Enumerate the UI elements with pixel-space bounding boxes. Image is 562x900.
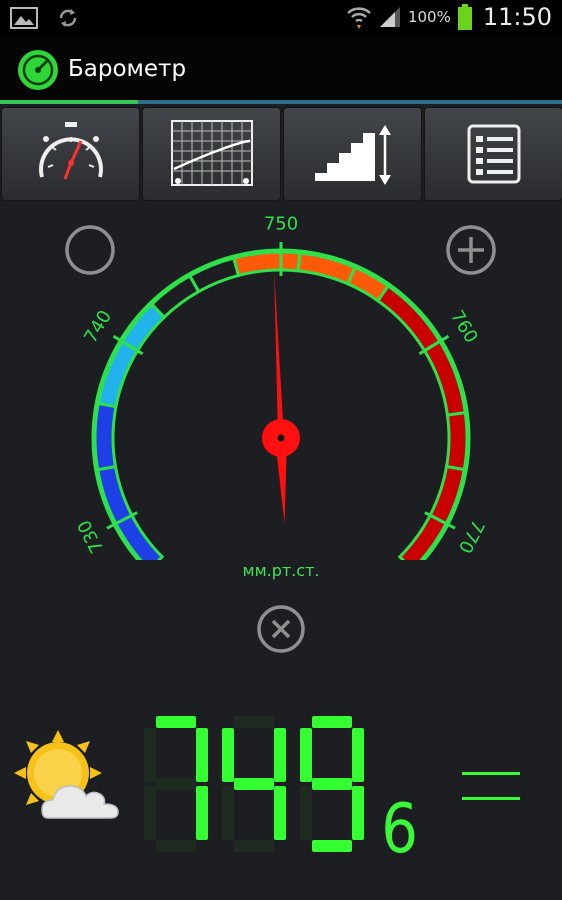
pressure-graph-icon [170,120,253,186]
lcd-segment [312,778,352,790]
equals-trend-icon [462,772,520,800]
gauge-zone-1 [93,401,118,472]
lcd-segment [312,716,352,728]
lcd-segment [144,786,156,840]
gauge-needle-pin [277,434,285,442]
app-gauge-icon[interactable] [17,49,59,91]
lcd-segment [144,728,156,782]
app-title: Барометр [68,56,187,82]
lcd-segment [196,728,208,782]
pressure-unit: мм.рт.ст. [242,561,320,580]
clock: 11:50 [482,3,552,31]
sync-icon [59,9,77,27]
gallery-icon [10,7,38,29]
gauge-label-740: 740 [80,307,116,347]
action-bar: Барометр [0,36,562,100]
lcd-segment [352,786,364,840]
lcd-segment [274,728,286,782]
lcd-segment [222,728,234,782]
mode-toolbar [0,104,562,201]
list-icon [467,124,520,184]
gauge-zone-7 [296,251,358,286]
tab-altitude[interactable] [283,107,422,201]
lcd-segment [156,716,196,728]
altitude-stairs-icon [314,125,391,185]
lcd-segment [222,786,234,840]
status-bar: 100% 11:50 [0,0,562,36]
lcd-segment [300,786,312,840]
battery-percent: 100% [407,8,451,26]
barometer-dial-icon [38,122,103,180]
lcd-segment [312,840,352,852]
lcd-segment [234,840,274,852]
tab-list[interactable] [424,107,562,201]
partly-cloudy-icon [14,730,119,819]
tab-graph[interactable] [142,107,281,201]
pressure-decimal: 6 [381,790,419,869]
pressure-readout [144,716,364,852]
close-icon[interactable] [256,604,306,654]
lcd-segment [156,778,196,790]
lcd-segment [196,786,208,840]
barometer-gauge: 730 740 750 760 770 [74,214,488,560]
battery-icon [457,4,472,30]
gauge-zone-11 [444,410,469,472]
gauge-needle-tip [274,270,284,439]
gauge-zone-9 [375,283,442,353]
wifi-icon [347,7,371,29]
lcd-segment [156,840,196,852]
lcd-segment [300,728,312,782]
gauge-label-730: 730 [74,516,108,556]
gauge-label-750: 750 [264,214,298,235]
lcd-segment [352,728,364,782]
gauge-zone-6 [232,250,302,278]
lcd-segment [234,716,274,728]
lcd-segment [274,786,286,840]
gauge-label-770: 770 [454,516,488,556]
tab-barometer[interactable] [1,107,140,201]
gauge-label-760: 760 [446,307,482,347]
lcd-segment [234,778,274,790]
signal-icon [379,7,400,27]
